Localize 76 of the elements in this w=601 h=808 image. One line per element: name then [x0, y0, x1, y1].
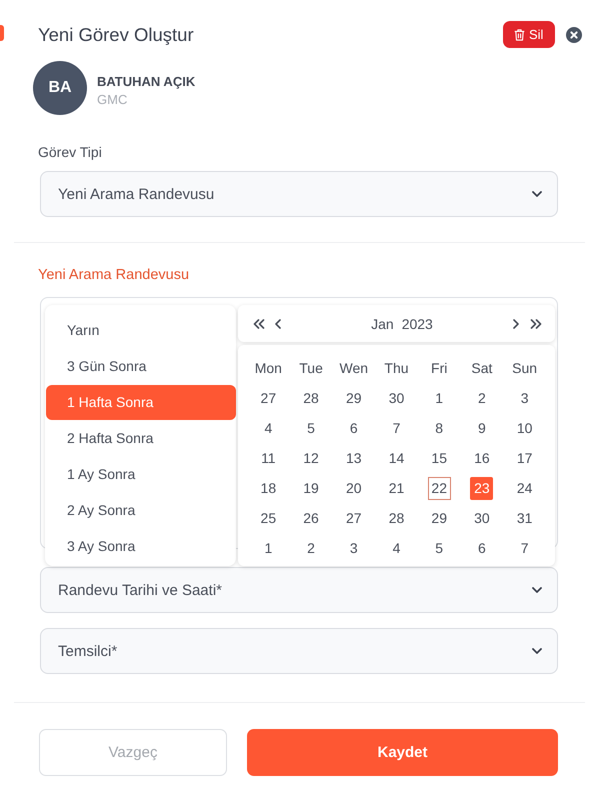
calendar-day[interactable]: 29	[428, 506, 451, 530]
weekday-label: Mon	[254, 360, 282, 376]
calendar-day[interactable]: 5	[428, 536, 451, 560]
weekday-label: Fri	[431, 360, 448, 376]
double-chevron-left-icon[interactable]	[253, 318, 265, 328]
calendar-day[interactable]: 30	[384, 386, 408, 410]
calendar-day[interactable]: 2	[300, 536, 323, 560]
calendar-day[interactable]: 6	[342, 416, 366, 440]
calendar-day[interactable]: 27	[342, 506, 366, 530]
quick-date-option[interactable]: 2 Hafta Sonra	[46, 421, 236, 456]
chevron-down-icon	[532, 648, 542, 654]
quick-date-option[interactable]: 1 Ay Sonra	[46, 457, 236, 492]
calendar-day[interactable]: 7	[384, 416, 408, 440]
calendar-day[interactable]: 10	[513, 416, 536, 440]
calendar-day[interactable]: 2	[470, 386, 494, 410]
weekday-label: Sat	[471, 360, 492, 376]
dropdown-field[interactable]: Temsilci*	[40, 628, 558, 674]
dropdown-field[interactable]: Randevu Tarihi ve Saati*	[40, 567, 558, 613]
weekday-label: Tue	[299, 360, 323, 376]
calendar-day[interactable]: 12	[300, 446, 323, 470]
quick-date-option[interactable]: 3 Ay Sonra	[46, 529, 236, 564]
trash-icon	[514, 28, 525, 40]
calendar-day[interactable]: 7	[513, 536, 536, 560]
modal-title: Yeni Görev Oluştur	[38, 24, 195, 46]
chevron-down-icon	[532, 587, 542, 593]
calendar-day[interactable]: 16	[470, 446, 494, 470]
chevron-down-icon	[532, 191, 542, 197]
calendar-day[interactable]: 1	[256, 536, 280, 560]
calendar-day[interactable]: 8	[428, 416, 451, 440]
edge-tab-marker	[0, 25, 4, 41]
calendar-day[interactable]: 4	[384, 536, 408, 560]
calendar-day[interactable]: 26	[300, 506, 323, 530]
calendar-day[interactable]: 19	[300, 476, 323, 500]
calendar-day[interactable]: 4	[256, 416, 280, 440]
calendar-day[interactable]: 5	[300, 416, 323, 440]
calendar-day[interactable]: 21	[384, 476, 408, 500]
chevron-right-icon[interactable]	[513, 318, 519, 328]
quick-date-option[interactable]: 2 Ay Sonra	[46, 493, 236, 528]
calendar-day[interactable]: 9	[470, 416, 494, 440]
weekday-label: Sun	[512, 360, 538, 376]
calendar-day[interactable]: 18	[256, 476, 280, 500]
user-name: BATUHAN AÇIK	[97, 72, 196, 90]
calendar-day[interactable]: 25	[256, 506, 280, 530]
calendar-day[interactable]: 24	[513, 476, 536, 500]
calendar-day[interactable]: 1	[428, 386, 451, 410]
user-company: GMC	[97, 90, 128, 108]
task-type-select[interactable]: Yeni Arama Randevusu	[40, 171, 558, 217]
double-chevron-right-icon[interactable]	[530, 318, 542, 328]
calendar-day[interactable]: 20	[342, 476, 366, 500]
calendar-day[interactable]: 28	[300, 386, 323, 410]
calendar-day[interactable]: 3	[342, 536, 366, 560]
chevron-left-icon[interactable]	[275, 318, 281, 328]
weekday-label: Wen	[340, 360, 368, 376]
calendar-day[interactable]: 13	[342, 446, 366, 470]
section-title: Yeni Arama Randevusu	[38, 267, 190, 284]
delete-button[interactable]: Sil	[503, 21, 555, 48]
calendar-day[interactable]: 27	[256, 386, 280, 410]
calendar-year: 2023	[402, 316, 433, 332]
task-type-label: Görev Tipi	[38, 144, 102, 161]
calendar-day[interactable]: 30	[470, 506, 494, 530]
user-avatar: BA	[33, 61, 87, 115]
quick-date-option[interactable]: 3 Gün Sonra	[46, 349, 236, 384]
calendar-day[interactable]: 29	[342, 386, 366, 410]
calendar-day[interactable]: 15	[428, 446, 451, 470]
calendar-day[interactable]: 28	[384, 506, 408, 530]
calendar-day[interactable]: 3	[513, 386, 536, 410]
quick-date-option[interactable]: Yarın	[46, 313, 236, 348]
calendar-day[interactable]: 22	[428, 476, 451, 500]
calendar-day[interactable]: 14	[384, 446, 408, 470]
calendar-day[interactable]: 17	[513, 446, 536, 470]
calendar-month: Jan	[371, 316, 394, 332]
close-icon[interactable]	[566, 26, 582, 42]
weekday-label: Thu	[384, 360, 409, 376]
calendar-day[interactable]: 6	[470, 536, 494, 560]
calendar-day[interactable]: 31	[513, 506, 536, 530]
calendar-day[interactable]: 11	[256, 446, 280, 470]
